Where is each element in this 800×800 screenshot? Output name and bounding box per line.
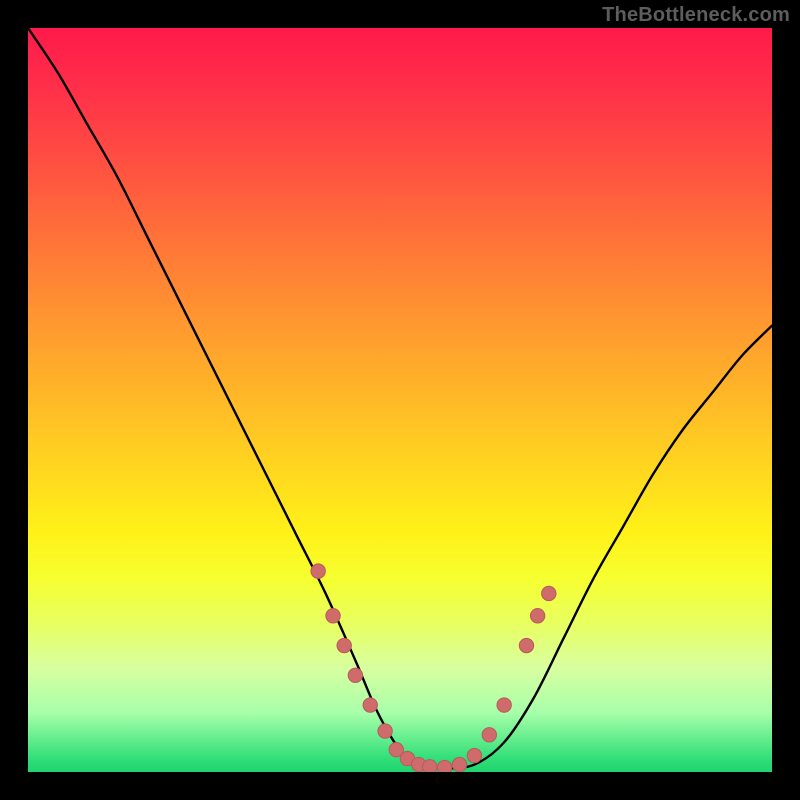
curve-marker — [363, 698, 377, 712]
bottleneck-curve — [28, 28, 772, 768]
curve-marker — [326, 609, 340, 623]
curve-marker — [437, 760, 451, 772]
curve-markers — [311, 564, 556, 772]
curve-marker — [482, 728, 496, 742]
attribution-text: TheBottleneck.com — [602, 4, 790, 27]
curve-marker — [519, 638, 533, 652]
curve-marker — [542, 586, 556, 600]
curve-marker — [348, 668, 362, 682]
curve-layer — [28, 28, 772, 772]
curve-marker — [452, 757, 466, 771]
curve-marker — [423, 760, 437, 772]
curve-marker — [467, 748, 481, 762]
curve-marker — [337, 638, 351, 652]
plot-area — [28, 28, 772, 772]
curve-marker — [497, 698, 511, 712]
curve-marker — [530, 609, 544, 623]
curve-marker — [311, 564, 325, 578]
curve-marker — [378, 724, 392, 738]
